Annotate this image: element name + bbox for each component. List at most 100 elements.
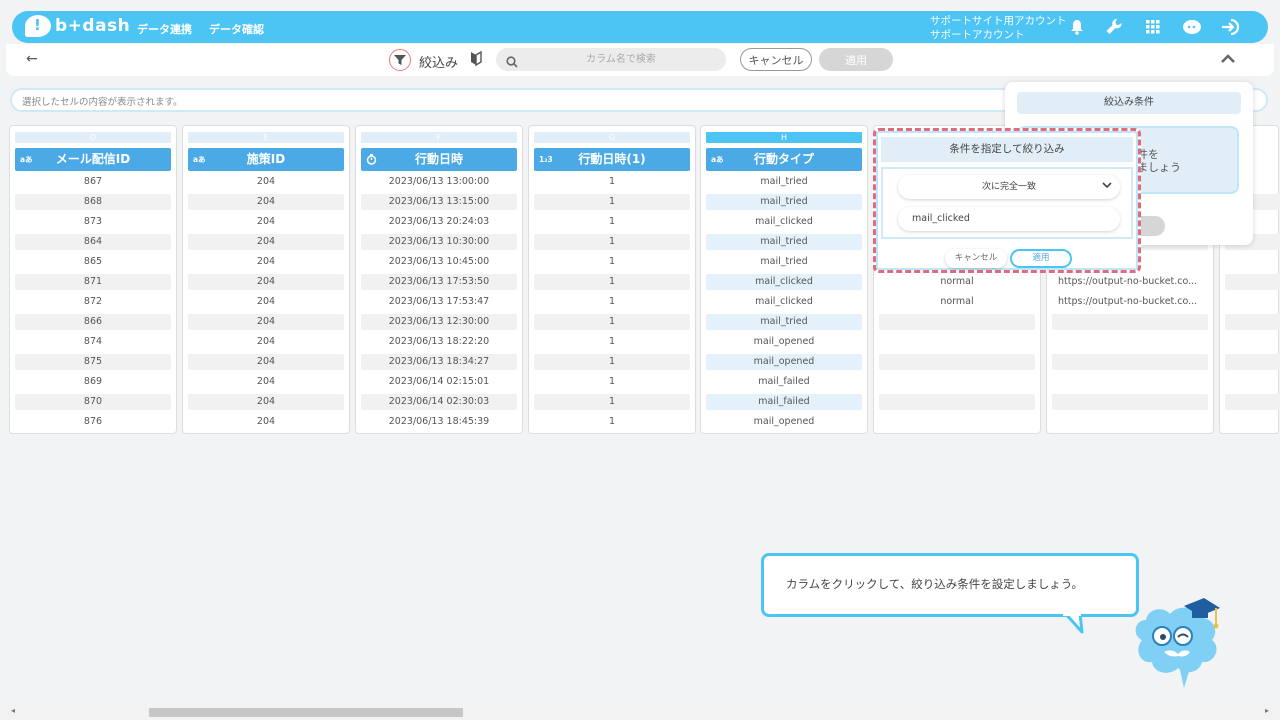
table-cell[interactable]: mail_clicked xyxy=(706,294,862,310)
grid-icon[interactable] xyxy=(1144,18,1162,36)
table-cell[interactable] xyxy=(879,314,1035,330)
table-cell[interactable]: mail_failed xyxy=(706,394,862,410)
column-letter[interactable]: E xyxy=(188,132,344,143)
table-cell[interactable]: mail_tried xyxy=(706,194,862,210)
collapse-chevron-icon[interactable] xyxy=(1220,50,1236,69)
column-d[interactable]: Daあ メール配信ID 867 868 873 864 865 871 872 866 874 875… xyxy=(9,125,177,434)
match-type-select[interactable]: 次に完全一致 xyxy=(898,175,1120,199)
table-cell[interactable]: 2023/06/14 02:30:03 xyxy=(361,394,517,410)
table-cell[interactable] xyxy=(1225,414,1280,430)
table-cell[interactable]: 204 xyxy=(188,174,344,190)
account-info[interactable]: サポートサイト用アカウント サポートアカウント xyxy=(930,14,1067,42)
table-cell[interactable]: 204 xyxy=(188,294,344,310)
logo[interactable]: b+dash xyxy=(25,15,130,37)
table-cell[interactable] xyxy=(1225,394,1280,410)
table-cell[interactable]: 870 xyxy=(15,394,171,410)
column-header[interactable]: aあ 施策ID xyxy=(188,148,344,171)
column-header[interactable]: aあ メール配信ID xyxy=(15,148,171,171)
table-cell[interactable] xyxy=(879,394,1035,410)
table-cell[interactable]: mail_opened xyxy=(706,414,862,430)
table-cell[interactable]: 868 xyxy=(15,194,171,210)
table-cell[interactable]: 1 xyxy=(534,354,690,370)
table-cell[interactable]: mail_tried xyxy=(706,234,862,250)
table-cell[interactable]: mail_tried xyxy=(706,174,862,190)
horizontal-scrollbar[interactable]: ◂ ▸ xyxy=(6,706,1274,718)
column-letter[interactable]: D xyxy=(15,132,171,143)
table-cell[interactable]: mail_clicked xyxy=(706,214,862,230)
table-cell[interactable] xyxy=(1225,354,1280,370)
column-f[interactable]: F 行動日時 2023/06/13 13:00:00 2023/06/13 13:15… xyxy=(355,125,523,434)
table-cell[interactable]: 1 xyxy=(534,234,690,250)
table-cell[interactable] xyxy=(1052,334,1208,350)
column-letter[interactable]: G xyxy=(534,132,690,143)
table-cell[interactable]: 1 xyxy=(534,314,690,330)
table-cell[interactable] xyxy=(1225,254,1280,270)
table-cell[interactable]: 872 xyxy=(15,294,171,310)
filter-value-input[interactable]: mail_clicked xyxy=(898,207,1120,231)
table-cell[interactable] xyxy=(879,354,1035,370)
table-cell[interactable]: 2023/06/13 13:15:00 xyxy=(361,194,517,210)
table-cell[interactable]: 204 xyxy=(188,354,344,370)
table-cell[interactable]: 2023/06/13 12:30:00 xyxy=(361,314,517,330)
table-cell[interactable]: mail_tried xyxy=(706,254,862,270)
table-cell[interactable]: 204 xyxy=(188,234,344,250)
table-cell[interactable] xyxy=(1225,314,1280,330)
back-button[interactable]: ← xyxy=(26,51,38,67)
table-cell[interactable]: normal xyxy=(879,294,1035,310)
table-cell[interactable]: 1 xyxy=(534,174,690,190)
table-cell[interactable]: 2023/06/13 18:34:27 xyxy=(361,354,517,370)
nav-data-integration[interactable]: データ連携 xyxy=(137,21,192,37)
beginner-mark-icon[interactable] xyxy=(470,50,482,70)
table-cell[interactable]: 1 xyxy=(534,214,690,230)
table-cell[interactable] xyxy=(1052,374,1208,390)
table-cell[interactable] xyxy=(1225,294,1280,310)
table-cell[interactable]: 204 xyxy=(188,394,344,410)
table-cell[interactable]: 1 xyxy=(534,254,690,270)
table-cell[interactable]: https://output-no-bucket.co... xyxy=(1052,274,1208,290)
logout-icon[interactable] xyxy=(1220,18,1242,36)
column-header[interactable]: 1₂3 行動日時(1) xyxy=(534,148,690,171)
nav-data-check[interactable]: データ確認 xyxy=(209,21,264,37)
table-cell[interactable]: 204 xyxy=(188,334,344,350)
table-cell[interactable]: 867 xyxy=(15,174,171,190)
table-cell[interactable]: 2023/06/13 13:00:00 xyxy=(361,174,517,190)
table-cell[interactable]: 865 xyxy=(15,254,171,270)
table-cell[interactable] xyxy=(879,414,1035,430)
toolbar-cancel-button[interactable]: キャンセル xyxy=(740,48,812,71)
column-e[interactable]: Eaあ 施策ID 204 204 204 204 204 204 204 204 204 204 204… xyxy=(182,125,350,434)
table-cell[interactable]: 1 xyxy=(534,374,690,390)
table-cell[interactable]: mail_opened xyxy=(706,354,862,370)
table-cell[interactable]: 204 xyxy=(188,374,344,390)
table-cell[interactable]: https://output-no-bucket.co... xyxy=(1052,294,1208,310)
table-cell[interactable]: 204 xyxy=(188,414,344,430)
table-cell[interactable]: 1 xyxy=(534,274,690,290)
table-cell[interactable]: 2023/06/13 18:45:39 xyxy=(361,414,517,430)
column-letter[interactable]: F xyxy=(361,132,517,143)
popup-cancel-button[interactable]: キャンセル xyxy=(945,249,1007,268)
table-cell[interactable]: 869 xyxy=(15,374,171,390)
table-cell[interactable]: 866 xyxy=(15,314,171,330)
table-cell[interactable]: 874 xyxy=(15,334,171,350)
bell-icon[interactable] xyxy=(1068,18,1086,36)
filter-icon[interactable] xyxy=(389,49,411,71)
table-cell[interactable]: 204 xyxy=(188,194,344,210)
table-cell[interactable]: 876 xyxy=(15,414,171,430)
column-g[interactable]: G 1₂3 行動日時(1) 1 1 1 1 1 1 1 1 1 1 1 1 1 xyxy=(528,125,696,434)
chat-icon[interactable] xyxy=(1181,18,1203,36)
toolbar-apply-button[interactable]: 適用 xyxy=(819,48,893,71)
table-cell[interactable]: 204 xyxy=(188,314,344,330)
table-cell[interactable]: 1 xyxy=(534,334,690,350)
column-letter[interactable]: H xyxy=(706,132,862,143)
table-cell[interactable]: 2023/06/13 20:24:03 xyxy=(361,214,517,230)
horizontal-scrollbar-thumb[interactable] xyxy=(149,708,463,717)
table-cell[interactable]: 871 xyxy=(15,274,171,290)
table-cell[interactable]: 2023/06/14 02:15:01 xyxy=(361,374,517,390)
table-cell[interactable]: 1 xyxy=(534,194,690,210)
scroll-right-arrow-icon[interactable]: ▸ xyxy=(1265,706,1269,715)
table-cell[interactable]: 875 xyxy=(15,354,171,370)
table-cell[interactable] xyxy=(1052,314,1208,330)
table-cell[interactable]: mail_failed xyxy=(706,374,862,390)
table-cell[interactable]: 1 xyxy=(534,394,690,410)
table-cell[interactable]: 2023/06/13 17:53:47 xyxy=(361,294,517,310)
table-cell[interactable]: 873 xyxy=(15,214,171,230)
